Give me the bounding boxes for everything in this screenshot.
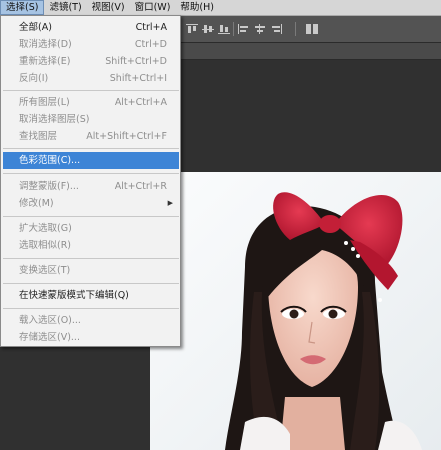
menu-bar: 选择(S) 滤镜(T) 视图(V) 窗口(W) 帮助(H) xyxy=(0,0,441,16)
menu-item-reselect[interactable]: 重新选择(E) Shift+Ctrl+D xyxy=(3,53,179,70)
menu-separator xyxy=(3,216,179,217)
menu-item-label: 载入选区(O)... xyxy=(19,315,81,326)
toolbar-divider xyxy=(295,22,296,36)
align-hcenter-icon[interactable] xyxy=(254,24,266,34)
toolbar-divider xyxy=(233,22,234,36)
menu-separator xyxy=(3,148,179,149)
select-menu-dropdown: 全部(A) Ctrl+A 取消选择(D) Ctrl+D 重新选择(E) Shif… xyxy=(0,15,181,347)
menu-item-shortcut: Ctrl+A xyxy=(135,22,167,33)
submenu-arrow-icon: ▶ xyxy=(167,199,173,207)
menu-separator xyxy=(3,258,179,259)
menu-help[interactable]: 帮助(H) xyxy=(175,0,219,15)
align-vcenter-icon[interactable] xyxy=(202,24,214,34)
menu-item-similar[interactable]: 选取相似(R) xyxy=(3,237,179,254)
menu-item-shortcut: Ctrl+D xyxy=(134,39,167,50)
menu-item-select-all[interactable]: 全部(A) Ctrl+A xyxy=(3,19,179,36)
menu-item-color-range[interactable]: 色彩范围(C)... xyxy=(3,152,179,169)
menu-item-label: 反向(I) xyxy=(19,73,49,84)
menu-item-label: 选取相似(R) xyxy=(19,240,72,251)
menu-item-label: 取消选择(D) xyxy=(19,39,72,50)
menu-item-deselect-layers[interactable]: 取消选择图层(S) xyxy=(3,111,179,128)
menu-item-label: 在快速蒙版模式下编辑(Q) xyxy=(19,290,129,301)
menu-separator xyxy=(3,308,179,309)
menu-item-shortcut: Alt+Ctrl+A xyxy=(114,97,167,108)
menu-item-find-layers[interactable]: 查找图层 Alt+Shift+Ctrl+F xyxy=(3,128,179,145)
menu-item-label: 重新选择(E) xyxy=(19,56,71,67)
menu-item-label: 全部(A) xyxy=(19,22,52,33)
menu-item-label: 查找图层 xyxy=(19,131,58,142)
menu-item-shortcut: Alt+Ctrl+R xyxy=(114,181,167,192)
menu-item-grow[interactable]: 扩大选取(G) xyxy=(3,220,179,237)
menu-item-label: 存储选区(V)... xyxy=(19,332,80,343)
menu-filter[interactable]: 滤镜(T) xyxy=(44,0,86,15)
menu-item-all-layers[interactable]: 所有图层(L) Alt+Ctrl+A xyxy=(3,94,179,111)
menu-item-load-selection[interactable]: 载入选区(O)... xyxy=(3,312,179,329)
menu-item-inverse[interactable]: 反向(I) Shift+Ctrl+I xyxy=(3,70,179,87)
menu-item-label: 所有图层(L) xyxy=(19,97,70,108)
align-top-icon[interactable] xyxy=(186,24,198,34)
menu-item-modify[interactable]: 修改(M) ▶ xyxy=(3,195,179,212)
menu-separator xyxy=(3,283,179,284)
menu-item-quick-mask[interactable]: 在快速蒙版模式下编辑(Q) xyxy=(3,287,179,304)
menu-separator xyxy=(3,173,179,174)
portrait-photo xyxy=(150,172,441,450)
menu-item-label: 取消选择图层(S) xyxy=(19,114,90,125)
menu-item-label: 修改(M) xyxy=(19,198,54,209)
menu-item-label: 调整蒙版(F)... xyxy=(19,181,79,192)
menu-select[interactable]: 选择(S) xyxy=(0,0,45,15)
align-right-icon[interactable] xyxy=(270,24,282,34)
menu-item-deselect[interactable]: 取消选择(D) Ctrl+D xyxy=(3,36,179,53)
menu-window[interactable]: 窗口(W) xyxy=(130,0,176,15)
auto-align-icon[interactable] xyxy=(306,24,318,34)
canvas-image[interactable] xyxy=(150,172,441,450)
align-left-icon[interactable] xyxy=(238,24,250,34)
menu-item-save-selection[interactable]: 存储选区(V)... xyxy=(3,329,179,346)
menu-view[interactable]: 视图(V) xyxy=(87,0,130,15)
menu-item-transform-selection[interactable]: 变换选区(T) xyxy=(3,262,179,279)
menu-item-label: 变换选区(T) xyxy=(19,265,71,276)
menu-item-label: 色彩范围(C)... xyxy=(19,155,81,166)
menu-item-shortcut: Alt+Shift+Ctrl+F xyxy=(86,131,167,142)
menu-item-label: 扩大选取(G) xyxy=(19,223,72,234)
menu-item-refine-mask[interactable]: 调整蒙版(F)... Alt+Ctrl+R xyxy=(3,178,179,195)
align-bottom-icon[interactable] xyxy=(218,24,230,34)
menu-separator xyxy=(3,90,179,91)
menu-item-shortcut: Shift+Ctrl+D xyxy=(105,56,167,67)
menu-item-shortcut: Shift+Ctrl+I xyxy=(109,73,167,84)
